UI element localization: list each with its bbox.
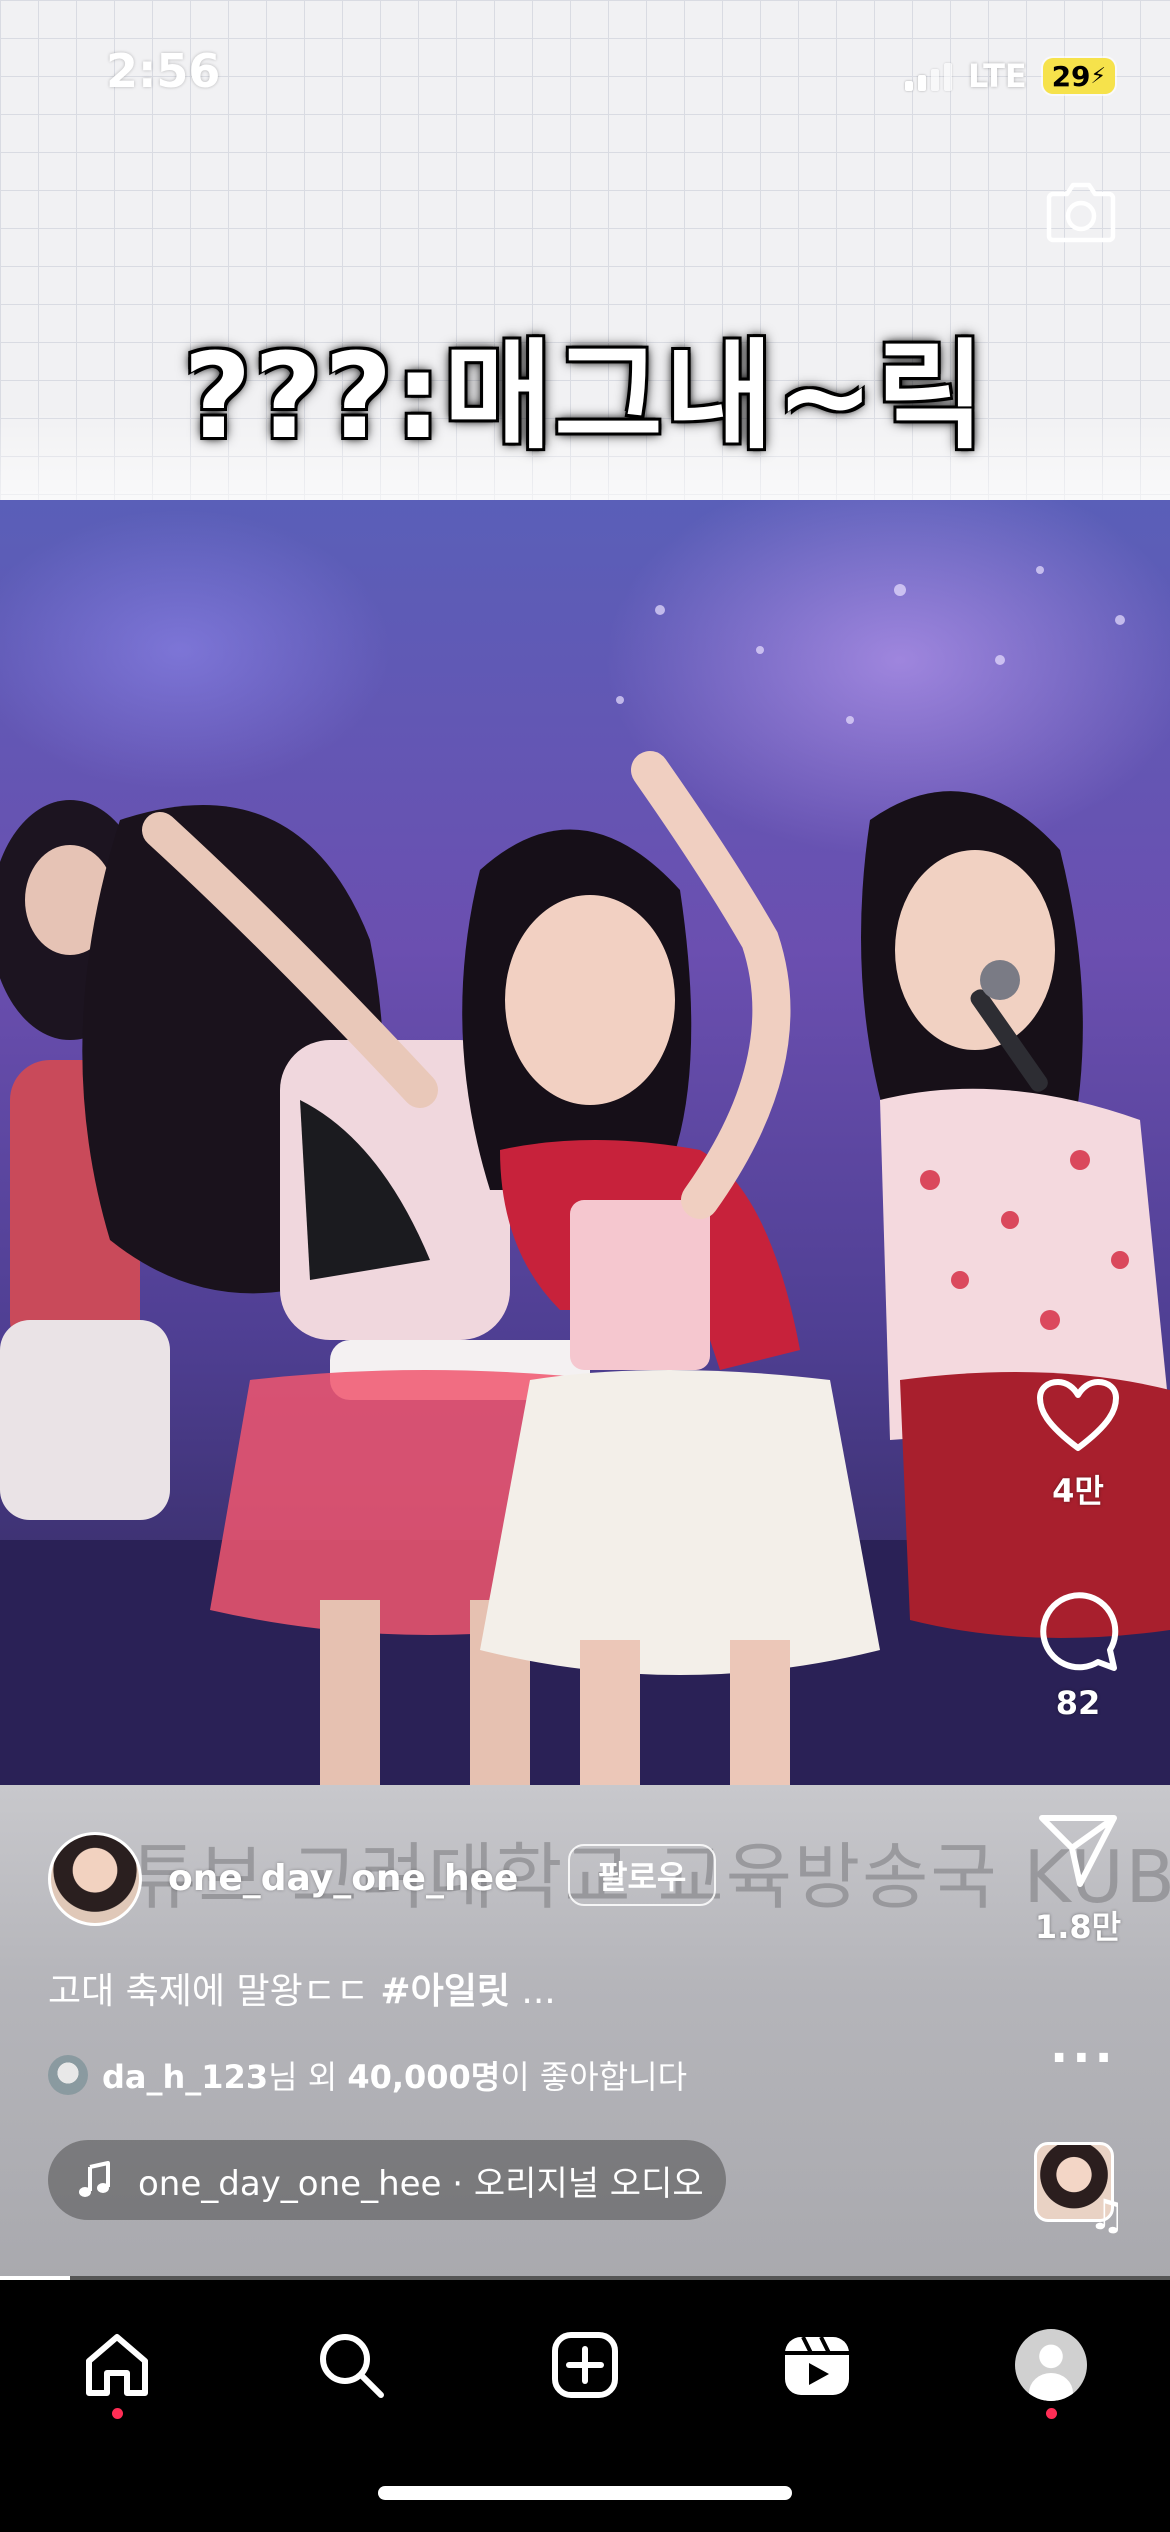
music-note-icon: [79, 2161, 110, 2197]
audio-label: one_day_one_hee · 오리지널 오디오: [138, 2163, 704, 2204]
likes-summary[interactable]: da_h_123님 외 40,000명이 좋아합니다: [48, 2052, 687, 2098]
send-icon[interactable]: [1036, 1810, 1120, 1890]
comment-count: 82: [1055, 1684, 1101, 1722]
follow-button[interactable]: 팔로우: [568, 1844, 717, 1906]
hashtag-link[interactable]: #아일릿: [380, 1971, 510, 2012]
reel-video[interactable]: [0, 500, 1170, 1785]
likes-text: da_h_123님 외 40,000명이 좋아합니다: [102, 2052, 687, 2098]
video-top-caption: ???:매그내~릭: [183, 327, 987, 465]
network-label: LTE: [968, 57, 1027, 95]
home-indicator[interactable]: [378, 2486, 792, 2500]
search-icon[interactable]: [306, 2320, 396, 2410]
audio-pill[interactable]: one_day_one_hee · 오리지널 오디오: [48, 2140, 726, 2220]
status-time: 2:56: [106, 44, 221, 98]
comment-action[interactable]: 82: [1030, 1588, 1126, 1722]
likes-text-2: 이 좋아합니다: [500, 2058, 688, 2096]
share-action[interactable]: 1.8만: [1030, 1810, 1126, 1948]
author-username[interactable]: one_day_one_hee: [168, 1858, 518, 1899]
liker-avatar: [48, 2055, 88, 2095]
comment-icon[interactable]: [1036, 1588, 1120, 1672]
author-avatar[interactable]: [48, 1832, 142, 1926]
battery-icon: 29 ⚡: [1042, 58, 1115, 94]
liker-username[interactable]: da_h_123: [102, 2058, 268, 2096]
performance-scene: [0, 566, 1170, 1785]
likes-text-1: 님 외: [268, 2058, 348, 2096]
like-action[interactable]: 4만: [1030, 1378, 1126, 1512]
battery-level: 29: [1051, 59, 1091, 93]
create-icon[interactable]: [540, 2320, 630, 2410]
profile-avatar[interactable]: [1006, 2320, 1096, 2410]
description-more[interactable]: ...: [510, 1971, 555, 2012]
description-text: 고대 축제에 말왕ㄷㄷ: [48, 1971, 381, 2012]
likes-count: 40,000명: [347, 2058, 501, 2096]
music-note-badge-icon: ♫: [1088, 2190, 1126, 2239]
status-indicators: LTE 29 ⚡: [905, 52, 1115, 100]
home-notification-dot: [112, 2408, 123, 2419]
signal-icon: [905, 61, 952, 91]
post-description[interactable]: 고대 축제에 말왕ㄷㄷ #아일릿 ...: [48, 1962, 556, 2014]
profile-notification-dot: [1046, 2408, 1057, 2419]
like-count: 4만: [1052, 1472, 1104, 1510]
share-count: 1.8만: [1034, 1908, 1122, 1946]
more-options-icon[interactable]: ···: [1050, 2030, 1117, 2086]
heart-icon[interactable]: [1036, 1378, 1120, 1454]
camera-icon[interactable]: [1045, 178, 1117, 244]
home-icon[interactable]: [72, 2320, 162, 2410]
reels-icon[interactable]: [772, 2320, 862, 2410]
